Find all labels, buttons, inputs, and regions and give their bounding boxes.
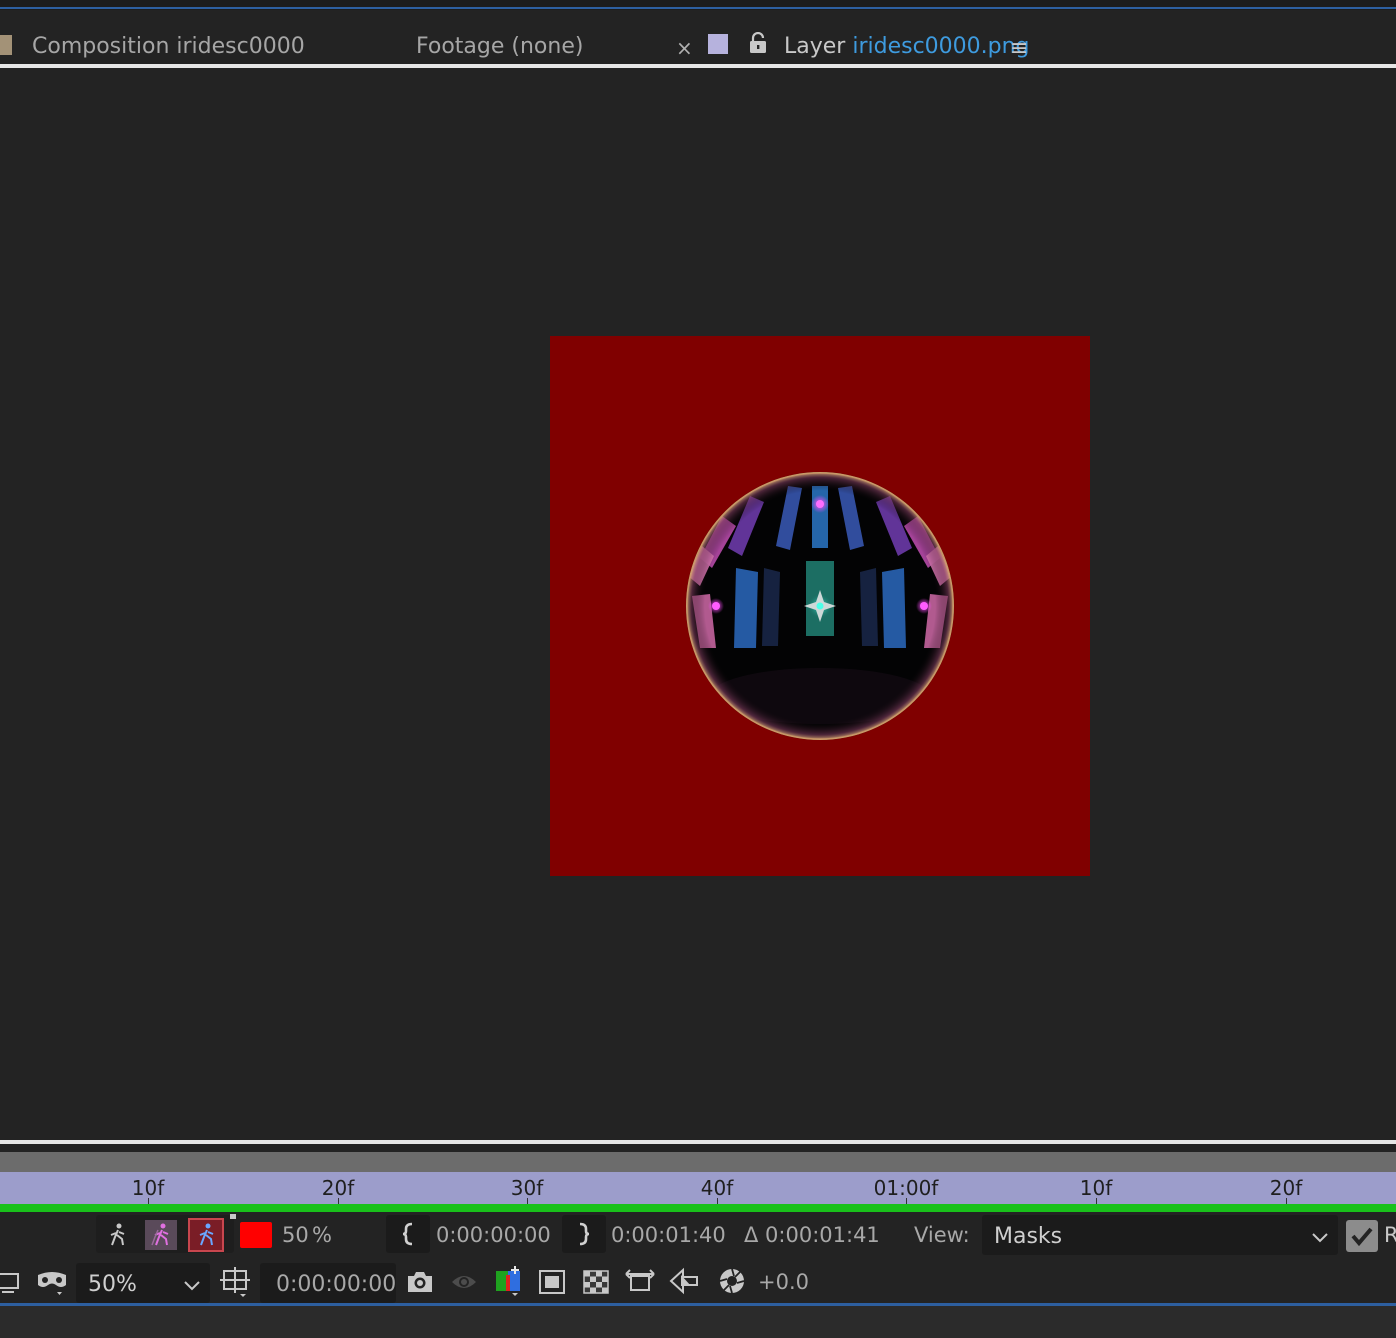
ruler-label: 30f [510,1176,544,1200]
snapshot-camera-icon[interactable] [404,1266,436,1298]
exposure-value[interactable]: +0.0 [758,1270,809,1294]
current-time-value: 0:00:00:00 [276,1272,397,1297]
motion-path-icon[interactable] [104,1220,132,1250]
opacity-value[interactable]: 50 [282,1223,309,1247]
monitor-icon[interactable] [0,1268,22,1296]
opacity-unit: % [312,1223,332,1247]
ruler-label: 20f [1269,1176,1303,1200]
tab-layer-prefix: Layer [784,34,846,59]
checkmark-icon [1351,1227,1373,1247]
in-point-time[interactable]: 0:00:00:00 [436,1223,551,1247]
rendered-frame-marker [230,1214,236,1219]
time-ruler[interactable]: 10f 20f 30f 40f 01:00f 10f 20f [0,1172,1396,1204]
ruler-label: 10f [131,1176,165,1200]
time-navigator[interactable] [0,1152,1396,1172]
onion-skin-icon[interactable] [145,1220,177,1250]
layer-image [550,336,1090,876]
current-time-field[interactable]: 0:00:00:00 [260,1263,396,1303]
ruler-label: 01:00f [873,1176,939,1200]
render-label: R [1384,1223,1396,1247]
transparency-grid-icon[interactable] [580,1266,612,1298]
tab-layer-name: iridesc0000.png [852,34,1030,59]
iridescent-sphere [686,472,954,740]
panel-menu-icon[interactable]: ≡ [1010,36,1028,61]
lock-icon[interactable] [748,31,768,54]
layer-color-picker[interactable] [240,1222,272,1248]
view-label: View: [914,1223,970,1247]
ruler-gap [0,1144,1396,1152]
tab-layer[interactable]: Layer iridesc0000.png [784,34,1030,59]
composition-color-swatch [0,35,12,55]
reset-exposure-icon[interactable] [622,1264,658,1298]
chevron-down-icon [1312,1228,1328,1247]
tab-footage[interactable]: Footage (none) [416,34,583,59]
render-checkbox[interactable] [1346,1220,1378,1252]
zoom-value: 50% [88,1272,137,1297]
title-action-safe-icon[interactable] [218,1264,254,1300]
out-point-time[interactable]: 0:00:01:40 [611,1223,726,1247]
vr-goggles-icon[interactable] [34,1266,70,1298]
layer-color-swatch [708,34,728,54]
zoom-dropdown[interactable]: 50% [76,1263,210,1303]
close-tab-icon[interactable]: × [676,36,693,60]
out-point-icon [579,1222,590,1246]
ruler-label: 10f [1079,1176,1113,1200]
panel-focus-line [0,7,1396,9]
view-dropdown[interactable]: Masks [982,1215,1338,1255]
set-in-point-button[interactable] [386,1215,430,1253]
viewer-tab-bar: Composition iridesc0000 Footage (none) ×… [0,10,1396,70]
set-out-point-button[interactable] [562,1215,606,1253]
panel-top-border [0,0,1396,10]
exposure-aperture-icon[interactable] [716,1264,748,1298]
layer-viewer[interactable] [0,68,1396,1140]
work-area-bar[interactable] [0,1204,1396,1212]
panel-footer [0,1306,1396,1338]
show-snapshot-icon[interactable] [448,1266,480,1298]
chevron-down-icon [184,1276,200,1295]
fast-previews-icon[interactable] [666,1264,702,1298]
region-of-interest-icon[interactable] [536,1266,568,1298]
ruler-label: 40f [700,1176,734,1200]
viewer-controls-row: 50% 0:00:00:00 +0.0 [0,1258,1396,1304]
show-rendered-frame-icon[interactable] [188,1218,224,1252]
color-channels-icon[interactable] [492,1264,524,1298]
view-dropdown-value: Masks [994,1224,1063,1249]
ruler-label: 20f [321,1176,355,1200]
duration-readout: Δ 0:00:01:41 [744,1223,880,1247]
tab-composition[interactable]: Composition iridesc0000 [32,34,305,59]
in-point-icon [402,1222,413,1246]
layer-controls-row: 50 % 0:00:00:00 0:00:01:40 Δ 0:00:01:41 … [0,1212,1396,1258]
